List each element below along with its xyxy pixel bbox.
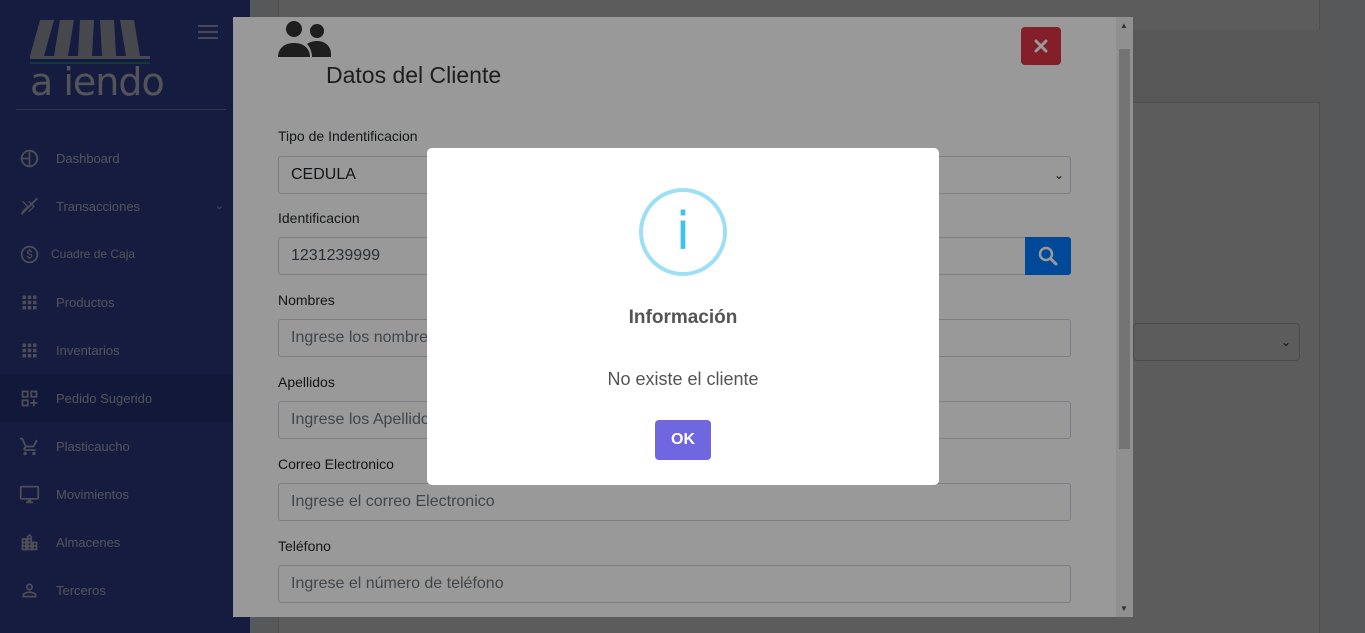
info-alert-dialog: i Información No existe el cliente OK [427,148,939,485]
info-icon: i [639,188,727,276]
alert-message: No existe el cliente [607,369,759,389]
alert-title: Información [628,307,738,328]
ok-button[interactable]: OK [655,420,711,460]
